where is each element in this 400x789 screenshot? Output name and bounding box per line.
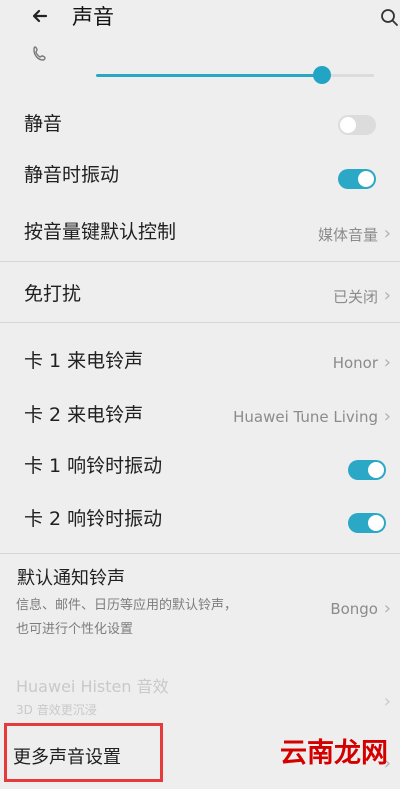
watermark-logo: 云南龙网 [280,738,388,769]
toggle-knob [340,117,356,133]
default-notification-row[interactable]: 默认通知铃声 信息、邮件、日历等应用的默认铃声， 也可进行个性化设置 Bongo… [0,565,400,645]
sim1-vibrate-label: 卡 1 响铃时振动 [24,455,163,477]
do-not-disturb-value: 已关闭 [332,288,378,306]
divider [0,261,400,262]
do-not-disturb-row[interactable]: 免打扰 已关闭 › [0,278,400,312]
toggle-knob [358,171,374,187]
volume-key-default-row[interactable]: 按音量键默认控制 媒体音量 › [0,216,400,250]
sim2-vibrate-toggle[interactable] [348,513,386,533]
back-arrow-icon[interactable] [28,4,52,28]
phone-icon [30,44,50,64]
sim2-ringtone-value: Huawei Tune Living [233,408,378,426]
volume-key-default-label: 按音量键默认控制 [24,221,177,243]
page-title: 声音 [72,5,114,29]
divider [0,553,400,554]
chevron-right-icon: › [383,285,391,306]
search-icon[interactable] [380,8,400,28]
sound-settings-screen: 声音 静音 静音时振动 按音量键默认控制 媒体音量 › 免打扰 已关闭 › 卡 … [0,0,400,789]
sim2-ringtone-label: 卡 2 来电铃声 [24,404,144,426]
huawei-histen-label: Huawei Histen 音效 [16,677,169,696]
sim2-vibrate-label: 卡 2 响铃时振动 [24,508,163,530]
chevron-right-icon: › [383,406,391,427]
toggle-knob [368,515,384,531]
chevron-right-icon: › [383,223,391,244]
sim1-ringtone-row[interactable]: 卡 1 来电铃声 Honor › [0,346,400,380]
default-notification-value: Bongo [330,600,378,618]
sim2-ringtone-row[interactable]: 卡 2 来电铃声 Huawei Tune Living › [0,400,400,434]
huawei-histen-desc: 3D 音效更沉浸 [16,703,97,717]
sim1-ringtone-value: Honor [332,354,378,372]
sim2-vibrate-row[interactable]: 卡 2 响铃时振动 [0,506,400,540]
sim1-ringtone-label: 卡 1 来电铃声 [24,350,144,372]
highlight-box [4,723,163,782]
default-notification-desc-line2: 也可进行个性化设置 [16,622,134,637]
vibrate-on-silent-label: 静音时振动 [24,164,120,186]
divider [0,322,400,323]
chevron-right-icon: › [383,352,391,373]
mute-row[interactable]: 静音 [0,110,400,144]
toggle-knob [368,462,384,478]
mute-label: 静音 [24,113,63,135]
mute-toggle[interactable] [338,115,376,135]
volume-key-default-value: 媒体音量 [317,226,378,244]
chevron-right-icon: › [383,691,391,712]
chevron-right-icon: › [383,598,391,619]
volume-slider-thumb[interactable] [313,66,331,84]
default-notification-label: 默认通知铃声 [17,568,125,589]
do-not-disturb-label: 免打扰 [24,283,82,305]
huawei-histen-row[interactable]: Huawei Histen 音效 3D 音效更沉浸 › [0,675,400,717]
vibrate-on-silent-row[interactable]: 静音时振动 [0,163,400,197]
volume-slider-fill [96,74,322,77]
vibrate-on-silent-toggle[interactable] [338,169,376,189]
sim1-vibrate-toggle[interactable] [348,460,386,480]
header: 声音 [0,0,400,42]
sim1-vibrate-row[interactable]: 卡 1 响铃时振动 [0,453,400,487]
default-notification-desc-line1: 信息、邮件、日历等应用的默认铃声， [16,598,238,613]
